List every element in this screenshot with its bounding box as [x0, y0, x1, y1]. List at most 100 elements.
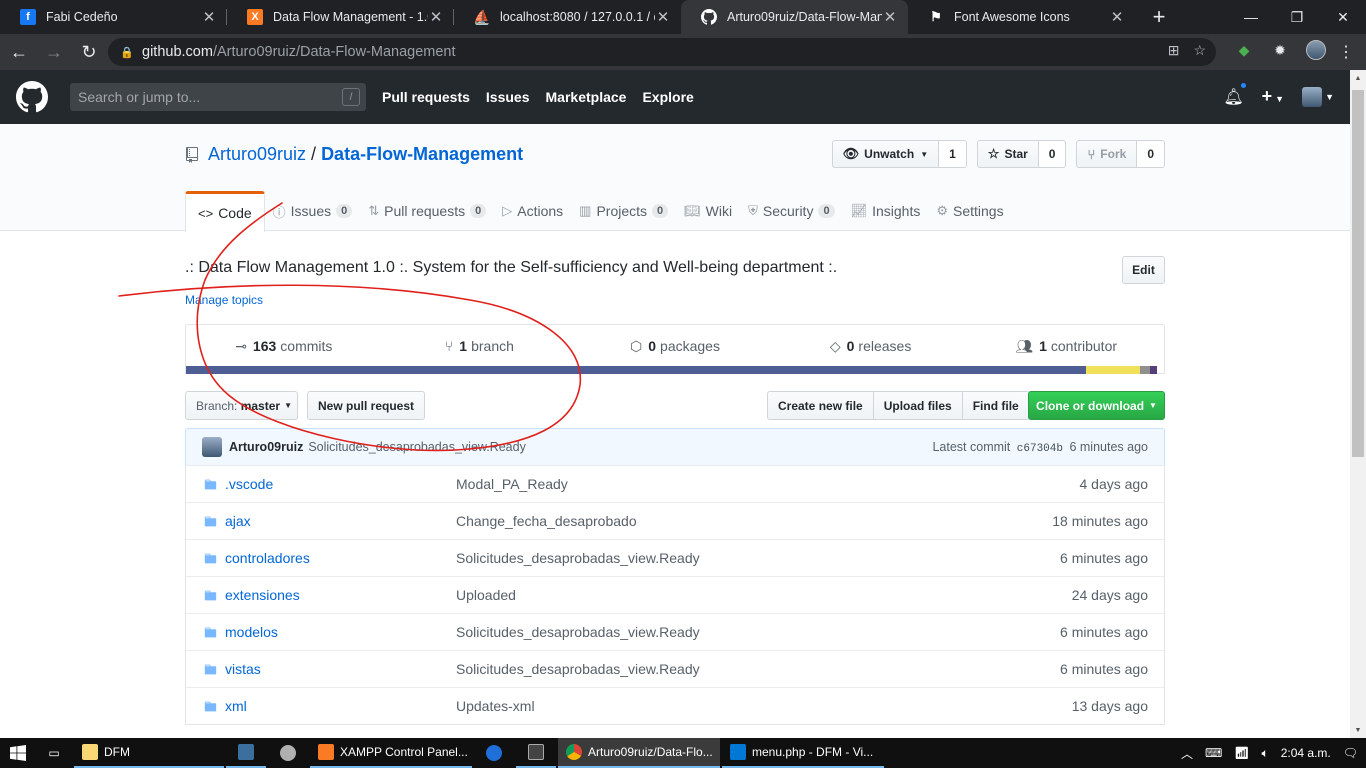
contributors-summary[interactable]: 👥︎ 1 contributor: [968, 325, 1164, 367]
extension-icon[interactable]: ◆: [1234, 40, 1254, 60]
scroll-up-icon[interactable]: ▲: [1350, 70, 1366, 86]
browser-menu-icon[interactable]: ⋮: [1338, 42, 1354, 62]
browser-tab[interactable]: f Fabi Cedeño ✕: [0, 0, 227, 34]
table-row[interactable]: .vscode Modal_PA_Ready 4 days ago: [186, 465, 1164, 502]
file-name-link[interactable]: modelos: [225, 624, 456, 640]
page-scrollbar[interactable]: ▲ ▼: [1350, 70, 1366, 738]
star-button[interactable]: ☆ Star: [976, 140, 1039, 168]
file-name-link[interactable]: .vscode: [225, 476, 456, 492]
commit-sha[interactable]: c67304b: [1017, 443, 1063, 455]
forks-count[interactable]: 0: [1137, 140, 1165, 168]
create-new-dropdown[interactable]: + ▼: [1262, 86, 1284, 107]
close-icon[interactable]: ✕: [201, 8, 217, 26]
file-commit-message[interactable]: Solicitudes_desaprobadas_view.Ready: [456, 624, 700, 640]
keyboard-icon[interactable]: ⌨: [1205, 746, 1222, 760]
clock[interactable]: 2:04 a.m.: [1281, 746, 1331, 760]
taskbar-item-app[interactable]: [268, 738, 308, 768]
language-bar[interactable]: [186, 366, 1164, 374]
browser-tab[interactable]: ⚑ Font Awesome Icons ✕: [908, 0, 1135, 34]
restore-icon[interactable]: ❐: [1274, 0, 1320, 34]
find-file-button[interactable]: Find file: [961, 391, 1030, 420]
file-commit-message[interactable]: Change_fecha_desaprobado: [456, 513, 637, 529]
browser-tab[interactable]: ⛵ localhost:8080 / 127.0.0.1 / dfm ✕: [454, 0, 681, 34]
nav-issues[interactable]: Issues: [486, 89, 530, 105]
nav-explore[interactable]: Explore: [642, 89, 693, 105]
create-new-file-button[interactable]: Create new file: [767, 391, 874, 420]
clone-or-download-button[interactable]: Clone or download ▼: [1028, 391, 1165, 420]
table-row[interactable]: controladores Solicitudes_desaprobadas_vi…: [186, 539, 1164, 576]
table-row[interactable]: vistas Solicitudes_desaprobadas_view.Read…: [186, 650, 1164, 687]
file-name-link[interactable]: extensiones: [225, 587, 456, 603]
close-icon[interactable]: ✕: [655, 8, 671, 26]
new-pull-request-button[interactable]: New pull request: [307, 391, 426, 420]
notifications-bell-icon[interactable]: 🔔︎: [1223, 80, 1248, 107]
branches-summary[interactable]: ⑂ 1 branch: [382, 325, 578, 367]
tab-pull-requests[interactable]: ⇅ Pull requests 0: [368, 191, 494, 231]
github-logo-icon[interactable]: [16, 81, 48, 113]
repo-owner-link[interactable]: Arturo09ruiz: [208, 144, 306, 165]
task-view-icon[interactable]: ▭: [36, 738, 72, 768]
taskbar-item-chrome[interactable]: Arturo09ruiz/Data-Flo...: [558, 738, 720, 768]
tab-projects[interactable]: ▥ Projects 0: [579, 191, 676, 231]
new-tab-button[interactable]: +: [1141, 0, 1177, 34]
github-search-input[interactable]: Search or jump to... /: [70, 83, 366, 111]
releases-summary[interactable]: ◇ 0 releases: [773, 325, 969, 367]
minimize-icon[interactable]: —: [1228, 0, 1274, 34]
browser-tab[interactable]: X Data Flow Management - 1.0 ✕: [227, 0, 454, 34]
profile-avatar[interactable]: [1306, 40, 1326, 60]
back-icon[interactable]: ←: [3, 36, 35, 68]
notifications-icon[interactable]: 🗨︎: [1343, 746, 1358, 760]
taskbar-item-cmd[interactable]: [516, 738, 556, 768]
manage-topics-link[interactable]: Manage topics: [185, 293, 263, 307]
tab-insights[interactable]: 📈︎ Insights: [851, 191, 929, 231]
translate-icon[interactable]: ⊞: [1168, 42, 1180, 59]
close-window-icon[interactable]: ✕: [1320, 0, 1366, 34]
branch-select-button[interactable]: Branch: master ▼: [185, 391, 298, 420]
extensions-gear-icon[interactable]: ✹: [1270, 40, 1290, 60]
tab-settings[interactable]: ⚙ Settings: [936, 191, 1011, 231]
file-name-link[interactable]: ajax: [225, 513, 456, 529]
edit-description-button[interactable]: Edit: [1122, 256, 1165, 284]
tab-code[interactable]: <> Code: [185, 191, 265, 232]
table-row[interactable]: extensiones Uploaded 24 days ago: [186, 576, 1164, 613]
file-commit-message[interactable]: Uploaded: [456, 587, 516, 603]
bookmark-star-icon[interactable]: ☆: [1193, 42, 1206, 59]
table-row[interactable]: modelos Solicitudes_desaprobadas_view.Rea…: [186, 613, 1164, 650]
file-name-link[interactable]: controladores: [225, 550, 456, 566]
close-icon[interactable]: ✕: [428, 8, 444, 26]
taskbar-item-vscode[interactable]: menu.php - DFM - Vi...: [722, 738, 884, 768]
taskbar-item-terminal[interactable]: [226, 738, 266, 768]
commits-summary[interactable]: ⊸ 163 commits: [186, 325, 382, 367]
reload-icon[interactable]: ↻: [73, 36, 105, 68]
packages-summary[interactable]: ⬡ 0 packages: [577, 325, 773, 367]
watchers-count[interactable]: 1: [939, 140, 967, 168]
volume-icon[interactable]: 🔈︎: [1262, 746, 1269, 761]
nav-marketplace[interactable]: Marketplace: [546, 89, 627, 105]
taskbar-item-firefox[interactable]: [474, 738, 514, 768]
fork-button[interactable]: ⑂ Fork: [1076, 140, 1138, 168]
wifi-icon[interactable]: 📶︎: [1234, 746, 1249, 760]
scroll-thumb[interactable]: [1352, 90, 1364, 457]
windows-start-icon[interactable]: [0, 738, 36, 768]
avatar[interactable]: [202, 437, 222, 457]
tab-security[interactable]: ⛨ Security 0: [748, 191, 842, 231]
close-icon[interactable]: ✕: [1109, 8, 1125, 26]
tab-actions[interactable]: ▷ Actions: [502, 191, 571, 231]
taskbar-item-xampp[interactable]: XAMPP Control Panel...: [310, 738, 472, 768]
commit-author[interactable]: Arturo09ruiz: [229, 440, 303, 454]
file-name-link[interactable]: vistas: [225, 661, 456, 677]
repo-name-link[interactable]: Data-Flow-Management: [321, 144, 523, 165]
file-commit-message[interactable]: Modal_PA_Ready: [456, 476, 568, 492]
stargazers-count[interactable]: 0: [1038, 140, 1067, 168]
table-row[interactable]: xml Updates-xml 13 days ago: [186, 687, 1164, 724]
upload-files-button[interactable]: Upload files: [872, 391, 963, 420]
browser-tab-active[interactable]: Arturo09ruiz/Data-Flow-Manag ✕: [681, 0, 908, 34]
tab-wiki[interactable]: 📖︎ Wiki: [684, 191, 740, 231]
file-commit-message[interactable]: Solicitudes_desaprobadas_view.Ready: [456, 550, 700, 566]
chevron-up-icon[interactable]: ︿: [1181, 745, 1193, 762]
taskbar-item-explorer[interactable]: DFM: [74, 738, 224, 768]
file-commit-message[interactable]: Updates-xml: [456, 698, 535, 714]
table-row[interactable]: ajax Change_fecha_desaprobado 18 minutes a…: [186, 502, 1164, 539]
nav-pull-requests[interactable]: Pull requests: [382, 89, 470, 105]
file-name-link[interactable]: xml: [225, 698, 456, 714]
